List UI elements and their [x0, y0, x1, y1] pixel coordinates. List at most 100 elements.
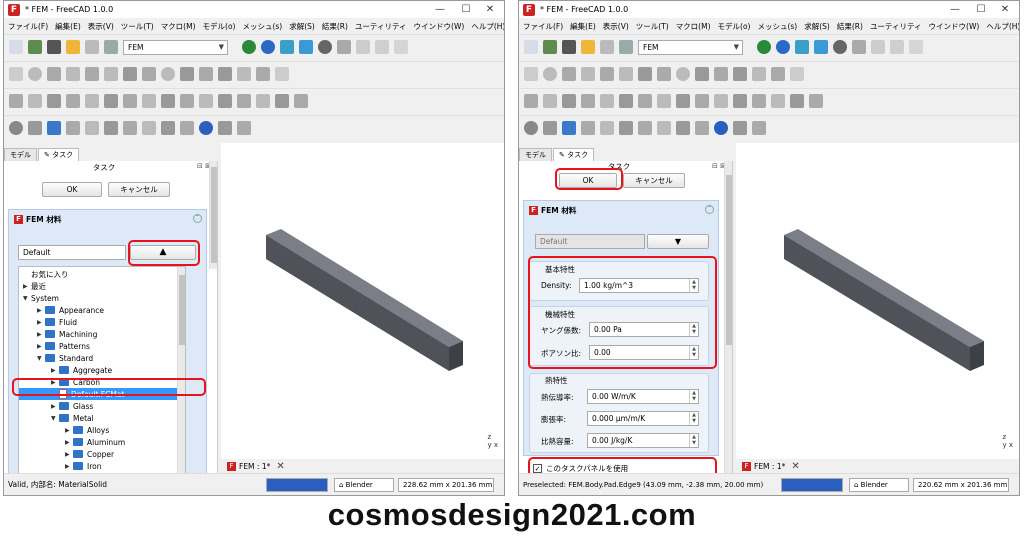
cancel-button[interactable]: キャンセル: [623, 173, 685, 188]
import-icon[interactable]: [237, 121, 251, 135]
specific-heat-input[interactable]: 0.00 J/kg/K ▲ ▼: [587, 433, 699, 448]
mesh-icon[interactable]: [199, 94, 213, 108]
tie-icon[interactable]: [638, 94, 652, 108]
specific-heat-spinner[interactable]: ▲ ▼: [689, 434, 698, 447]
mesh-boundary-icon[interactable]: [256, 94, 270, 108]
box-icon[interactable]: [581, 67, 595, 81]
expand-arrow-icon[interactable]: ▶: [51, 367, 59, 374]
block-icon[interactable]: [237, 67, 251, 81]
tree-scrollbar-thumb[interactable]: [179, 275, 185, 345]
stop-icon[interactable]: [524, 121, 538, 135]
expand-arrow-icon[interactable]: ▶: [51, 403, 59, 410]
stop-icon[interactable]: [9, 121, 23, 135]
export-icon[interactable]: [733, 121, 747, 135]
navigation-style[interactable]: ⌂ Blender: [334, 478, 394, 492]
glyph-icon[interactable]: [695, 121, 709, 135]
tie-icon[interactable]: [123, 94, 137, 108]
draw-style-icon[interactable]: [318, 40, 332, 54]
expand-arrow-icon[interactable]: ▶: [37, 307, 45, 314]
tree-item[interactable]: ▶ Patterns: [19, 340, 185, 352]
import-icon[interactable]: [752, 121, 766, 135]
menu-item[interactable]: ヘルプ(H): [986, 21, 1019, 32]
group-icon[interactable]: [375, 40, 389, 54]
menu-item[interactable]: モデル(o): [203, 21, 236, 32]
tree-item[interactable]: ▶ Glass: [19, 400, 185, 412]
zoom-selection-icon[interactable]: [261, 40, 275, 54]
mesh-region-icon[interactable]: [218, 94, 232, 108]
solver-icon[interactable]: [275, 94, 289, 108]
menu-item[interactable]: メッシュ(s): [242, 21, 282, 32]
run-solver-icon[interactable]: [562, 121, 576, 135]
workbench-selector[interactable]: FEM ▼: [638, 39, 743, 55]
collapse-icon[interactable]: ˆ: [705, 205, 714, 214]
panel-scrollbar[interactable]: [209, 161, 217, 269]
menu-item[interactable]: モデル(o): [718, 21, 751, 32]
tree-scrollbar[interactable]: [177, 267, 185, 481]
expand-arrow-icon[interactable]: ▶: [65, 439, 73, 446]
run-solver-icon[interactable]: [47, 121, 61, 135]
constraint-force-icon[interactable]: [47, 94, 61, 108]
spring-icon[interactable]: [85, 94, 99, 108]
close-icon[interactable]: ✕: [478, 1, 502, 18]
maximize-icon[interactable]: ☐: [969, 1, 993, 18]
heatflux-icon[interactable]: [180, 94, 194, 108]
sphere-icon[interactable]: [28, 67, 42, 81]
open-file-icon[interactable]: [28, 40, 42, 54]
expand-tree-button[interactable]: ▼: [647, 234, 709, 249]
stack-icon[interactable]: [714, 67, 728, 81]
gear-icon[interactable]: [161, 67, 175, 81]
material-combo[interactable]: Default: [535, 234, 645, 249]
menu-item[interactable]: 編集(E): [570, 21, 596, 32]
tab-model[interactable]: モデル: [519, 148, 552, 161]
zoom-fit-icon[interactable]: [242, 40, 256, 54]
solver-icon[interactable]: [790, 94, 804, 108]
zoom-fit-icon[interactable]: [757, 40, 771, 54]
contact-icon[interactable]: [104, 94, 118, 108]
link-icon[interactable]: [337, 40, 351, 54]
gravity-icon[interactable]: [657, 94, 671, 108]
warp-icon[interactable]: [657, 121, 671, 135]
solid-icon[interactable]: [256, 67, 270, 81]
ok-button[interactable]: OK: [42, 182, 102, 197]
redo-icon[interactable]: [600, 40, 614, 54]
constraint-pressure-icon[interactable]: [66, 94, 80, 108]
gear-icon[interactable]: [676, 67, 690, 81]
mesh-icon[interactable]: [714, 94, 728, 108]
expand-arrow-icon[interactable]: ▶: [65, 427, 73, 434]
minimize-icon[interactable]: —: [943, 1, 967, 18]
cut-icon[interactable]: [161, 121, 175, 135]
panel-scrollbar[interactable]: [724, 161, 732, 479]
constraint-displacement-icon[interactable]: [543, 94, 557, 108]
molecule-icon[interactable]: [104, 67, 118, 81]
redo-icon[interactable]: [85, 40, 99, 54]
maximize-icon[interactable]: ☐: [454, 1, 478, 18]
menu-item[interactable]: ツール(T): [121, 21, 154, 32]
menu-item[interactable]: ユーティリティ: [870, 21, 922, 32]
tree-item[interactable]: ▶ Machining: [19, 328, 185, 340]
view-cube-icon[interactable]: [795, 40, 809, 54]
tree-item[interactable]: ▶ Iron: [19, 460, 185, 472]
warp-icon[interactable]: [142, 121, 156, 135]
wheel-icon[interactable]: [790, 67, 804, 81]
temperature-icon[interactable]: [161, 94, 175, 108]
cylinder-tool-icon[interactable]: [543, 121, 557, 135]
text-icon[interactable]: [524, 67, 538, 81]
menu-item[interactable]: マクロ(M): [161, 21, 196, 32]
export-icon[interactable]: [218, 121, 232, 135]
gravity-icon[interactable]: [142, 94, 156, 108]
tree-item[interactable]: ▼ Metal: [19, 412, 185, 424]
flow-icon[interactable]: [733, 67, 747, 81]
wave-icon[interactable]: [695, 67, 709, 81]
menu-item[interactable]: ファイル(F): [523, 21, 563, 32]
view-tab[interactable]: F FEM : 1* ✕: [227, 461, 285, 472]
menu-item[interactable]: ヘルプ(H): [471, 21, 504, 32]
constraint-pressure-icon[interactable]: [581, 94, 595, 108]
sphere-blue-icon[interactable]: [199, 121, 213, 135]
result-icon[interactable]: [85, 121, 99, 135]
block-icon[interactable]: [752, 67, 766, 81]
whats-this-icon[interactable]: [394, 40, 408, 54]
mesh-group-icon[interactable]: [237, 94, 251, 108]
cylinder-tool-icon[interactable]: [28, 121, 42, 135]
zoom-selection-icon[interactable]: [776, 40, 790, 54]
equation-icon[interactable]: [294, 94, 308, 108]
